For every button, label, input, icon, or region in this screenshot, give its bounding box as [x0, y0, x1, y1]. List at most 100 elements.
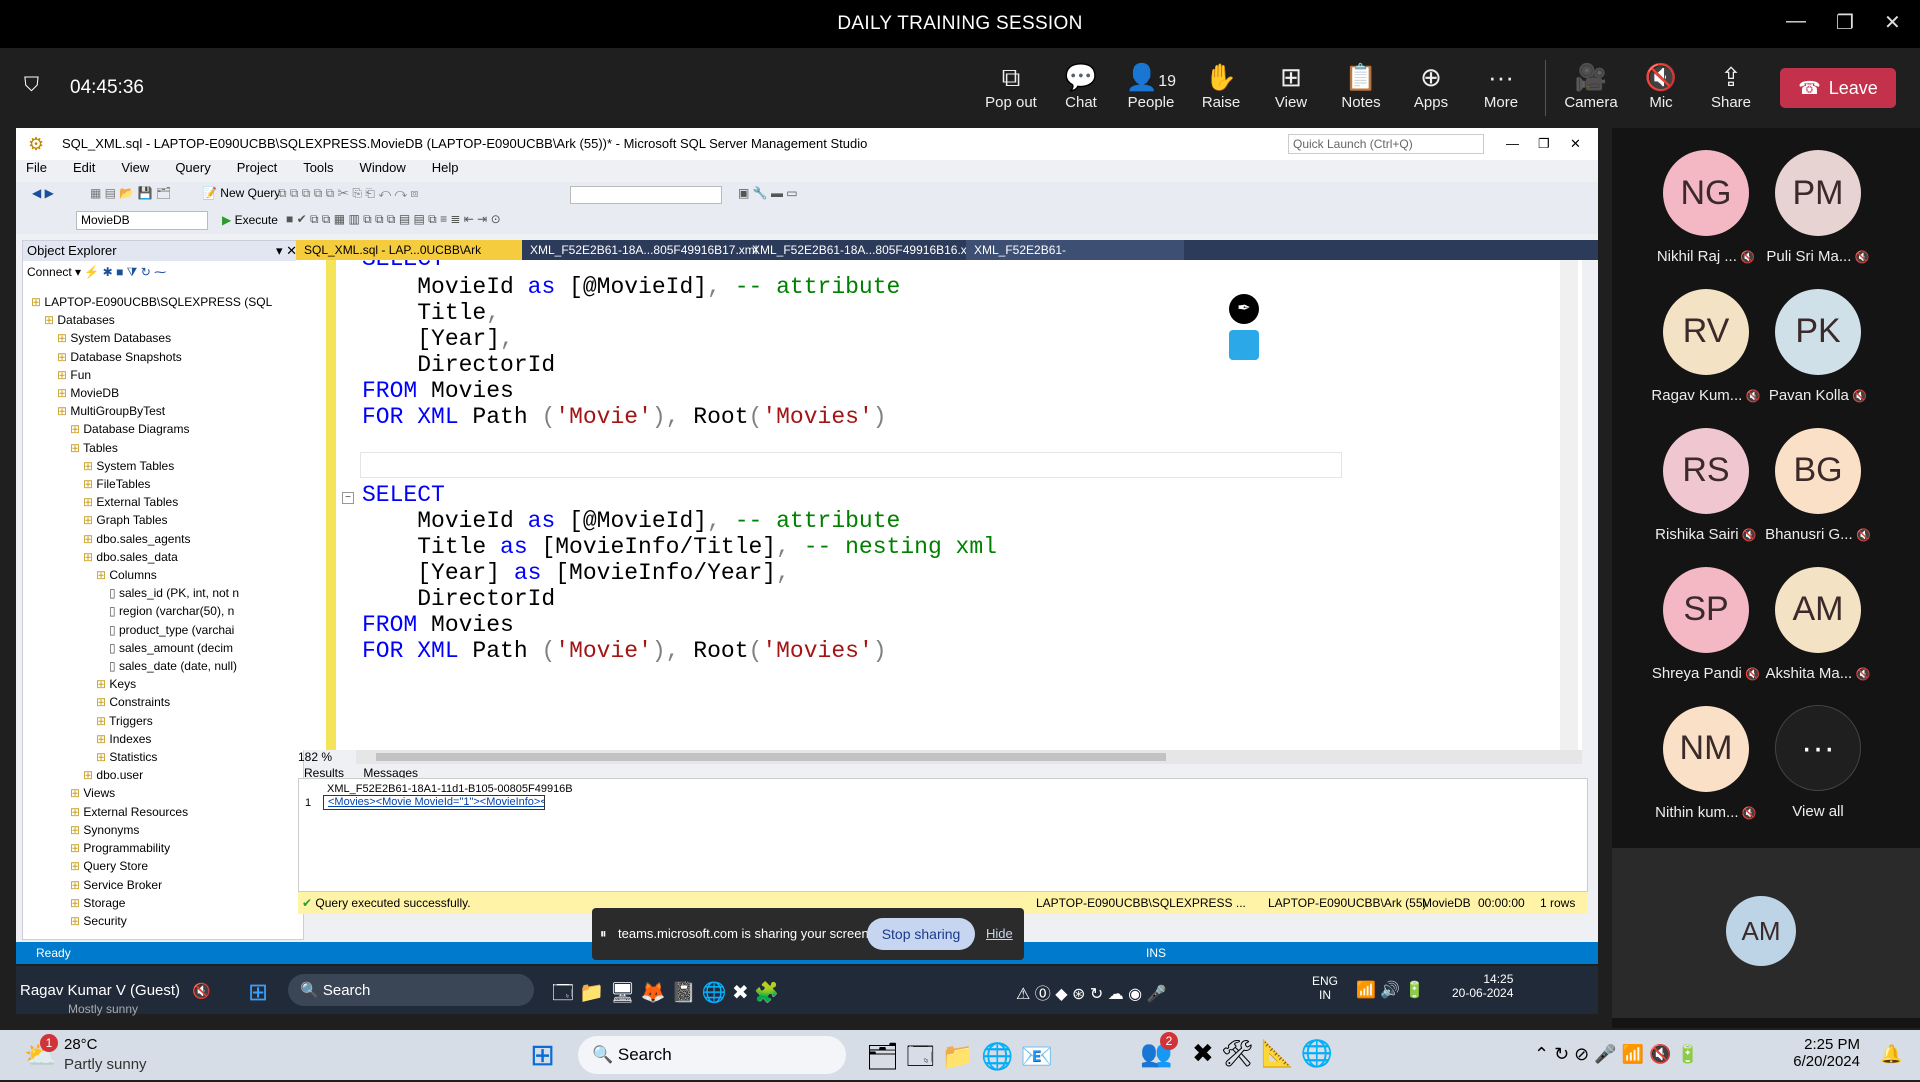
- tree-node[interactable]: ▯ product_type (varchai: [23, 621, 303, 639]
- system-tray-icons[interactable]: ⌃ ↻ ⊘ 🎤 📶 🔇 🔋: [1534, 1044, 1699, 1065]
- notification-bell-icon[interactable]: 🔔: [1880, 1044, 1902, 1065]
- new-query-button[interactable]: 📝 New Query: [202, 186, 280, 200]
- raise-button[interactable]: ✋ Raise: [1186, 60, 1256, 111]
- participant-tile[interactable]: PM Puli Sri Ma... 🔇: [1748, 150, 1888, 265]
- tree-node[interactable]: ⊞ dbo.sales_data: [23, 548, 303, 566]
- tree-node[interactable]: ⊞ Database Snapshots: [23, 348, 303, 366]
- connect-button[interactable]: Connect ▾ ⚡ ✱ ■ ⧩ ↻ ⁓: [27, 265, 166, 280]
- tree-node[interactable]: ⊞ dbo.sales_agents: [23, 530, 303, 548]
- menu-view[interactable]: View: [121, 160, 149, 180]
- more-button[interactable]: ··· More: [1466, 60, 1536, 111]
- tree-node[interactable]: ⊞ Service Broker: [23, 876, 303, 894]
- participant-avatar: AM: [1775, 566, 1861, 653]
- tree-node[interactable]: ⊞ Indexes: [23, 730, 303, 748]
- menu-file[interactable]: File: [26, 160, 47, 180]
- tree-node[interactable]: ⊞ Database Diagrams: [23, 420, 303, 438]
- participant-tile[interactable]: BG Bhanusri G... 🔇: [1748, 427, 1888, 543]
- collapse-icon[interactable]: −: [342, 492, 354, 504]
- tree-node[interactable]: ▯ region (varchar(50), n: [23, 602, 303, 620]
- tree-node[interactable]: ⊞ Query Store: [23, 857, 303, 875]
- start-icon[interactable]: ⊞: [248, 978, 268, 1007]
- tree-node[interactable]: ⊞ External Tables: [23, 493, 303, 511]
- camera-button[interactable]: 🎥 Camera: [1556, 60, 1626, 111]
- tree-node[interactable]: ▯ sales_id (PK, int, not n: [23, 584, 303, 602]
- zoom-level[interactable]: 182 %: [298, 750, 332, 764]
- solution-config-dropdown[interactable]: [570, 186, 722, 204]
- people-button[interactable]: 👤19 People: [1116, 60, 1186, 111]
- quick-launch-input[interactable]: Quick Launch (Ctrl+Q): [1288, 134, 1484, 154]
- menu-help[interactable]: Help: [432, 160, 459, 180]
- participant-tile[interactable]: AM Akshita Ma... 🔇: [1748, 566, 1888, 682]
- result-xml-link[interactable]: <Movies><Movie MovieId="1"><MovieInfo><T…: [323, 795, 545, 810]
- menu-project[interactable]: Project: [237, 160, 277, 180]
- tab-xml-15[interactable]: XML_F52E2B61-18A...805F49916B15.xml: [966, 240, 1184, 277]
- horizontal-scrollbar[interactable]: [356, 750, 1582, 764]
- taskbar-app-icons[interactable]: 🗂 🗔 📁 🌐 📧: [866, 1038, 1053, 1082]
- close-icon[interactable]: ✕: [1884, 10, 1901, 35]
- tree-node[interactable]: ⊞ Statistics: [23, 748, 303, 766]
- menu-window[interactable]: Window: [360, 160, 406, 180]
- tree-node[interactable]: ⊞ Views: [23, 784, 303, 802]
- tab-sql-xml[interactable]: SQL_XML.sql - LAP...0UCBB\Ark (55))* ⊠ ✕: [296, 240, 522, 277]
- tree-node[interactable]: ⊞ dbo.user: [23, 766, 303, 784]
- popout-button[interactable]: ⧉ Pop out: [976, 60, 1046, 111]
- chat-button[interactable]: 💬 Chat: [1046, 60, 1116, 111]
- database-select[interactable]: MovieDB: [76, 211, 208, 230]
- stop-sharing-button[interactable]: Stop sharing: [867, 918, 975, 950]
- tree-node[interactable]: ⊞ Constraints: [23, 693, 303, 711]
- back-icon[interactable]: ◀ ▶: [32, 186, 54, 200]
- tab-xml-17[interactable]: XML_F52E2B61-18A...805F49916B17.xml: [522, 240, 765, 260]
- tree-node[interactable]: ⊞ Triggers: [23, 712, 303, 730]
- tree-node[interactable]: ⊞ Databases: [23, 311, 303, 329]
- view-button[interactable]: ⊞ View: [1256, 60, 1326, 111]
- scroll-thumb[interactable]: [376, 753, 1166, 761]
- tree-node[interactable]: ⊞ Keys: [23, 675, 303, 693]
- tree-node[interactable]: ⊞ Programmability: [23, 839, 303, 857]
- clock[interactable]: 2:25 PM 6/20/2024: [1784, 1036, 1860, 1070]
- tree-node[interactable]: ⊞ Columns: [23, 566, 303, 584]
- leave-button[interactable]: ☎ Leave: [1780, 68, 1896, 108]
- vertical-scrollbar[interactable]: [1560, 260, 1578, 750]
- tree-node[interactable]: ⊞ Security: [23, 912, 303, 930]
- tree-node[interactable]: ⊞ System Databases: [23, 329, 303, 347]
- mic-button[interactable]: 🔇 Mic: [1626, 60, 1696, 111]
- more-taskbar-icons[interactable]: ✖ 🛠 📐 🌐: [1192, 1038, 1333, 1069]
- tree-node[interactable]: ⊞ Synonyms: [23, 821, 303, 839]
- menu-query[interactable]: Query: [175, 160, 210, 180]
- tree-node[interactable]: ▯ sales_date (date, null): [23, 657, 303, 675]
- menu-edit[interactable]: Edit: [73, 160, 95, 180]
- ssms-close-icon[interactable]: ✕: [1570, 128, 1581, 160]
- taskbar-search[interactable]: 🔍 Search: [578, 1036, 846, 1074]
- ssms-restore-icon[interactable]: ❐: [1538, 128, 1550, 160]
- restore-icon[interactable]: ❐: [1836, 10, 1854, 35]
- menu-tools[interactable]: Tools: [303, 160, 333, 180]
- notes-button[interactable]: 📋 Notes: [1326, 60, 1396, 111]
- sql-editor[interactable]: SELECT MovieId as [@MovieId], -- attribu…: [296, 260, 1582, 750]
- weather-temp[interactable]: 28°C: [64, 1036, 98, 1053]
- tree-node[interactable]: ⊞ MultiGroupByTest: [23, 402, 303, 420]
- apps-button[interactable]: ⊕ Apps: [1396, 60, 1466, 111]
- annotation-tool-icon[interactable]: [1229, 330, 1259, 360]
- tree-node[interactable]: ⊞ MovieDB: [23, 384, 303, 402]
- ssms-minimize-icon[interactable]: —: [1506, 128, 1519, 160]
- participant-tile[interactable]: PK Pavan Kolla 🔇: [1748, 288, 1888, 404]
- tree-node[interactable]: ⊞ FileTables: [23, 475, 303, 493]
- tree-node[interactable]: ▯ sales_amount (decim: [23, 639, 303, 657]
- tree-node[interactable]: ⊞ System Tables: [23, 457, 303, 475]
- tree-node[interactable]: ⊞ LAPTOP-E090UCBB\SQLEXPRESS (SQL: [23, 293, 303, 311]
- refresh-icon[interactable]: ⚡ ✱ ■ ⧩ ↻ ⁓: [84, 265, 166, 279]
- hide-banner-button[interactable]: Hide: [986, 926, 1013, 941]
- tree-node[interactable]: ⊞ Storage: [23, 894, 303, 912]
- tree-node[interactable]: ⊞ Tables: [23, 439, 303, 457]
- windows-start-icon[interactable]: ⊞: [530, 1038, 555, 1073]
- tree-node[interactable]: ⊞ Graph Tables: [23, 511, 303, 529]
- execute-button[interactable]: ▶ Execute: [222, 213, 278, 227]
- share-button[interactable]: ⇪ Share: [1696, 60, 1766, 111]
- shared-search-box[interactable]: 🔍 Search: [288, 974, 534, 1006]
- tab-xml-16[interactable]: XML_F52E2B61-18A...805F49916B16.xml: [744, 240, 987, 260]
- pen-annotation-icon[interactable]: ✒: [1229, 294, 1259, 324]
- tree-node[interactable]: ⊞ Fun: [23, 366, 303, 384]
- tree-node[interactable]: ⊞ External Resources: [23, 803, 303, 821]
- view-all-button[interactable]: ··· View all: [1748, 705, 1888, 820]
- minimize-icon[interactable]: —: [1786, 10, 1806, 33]
